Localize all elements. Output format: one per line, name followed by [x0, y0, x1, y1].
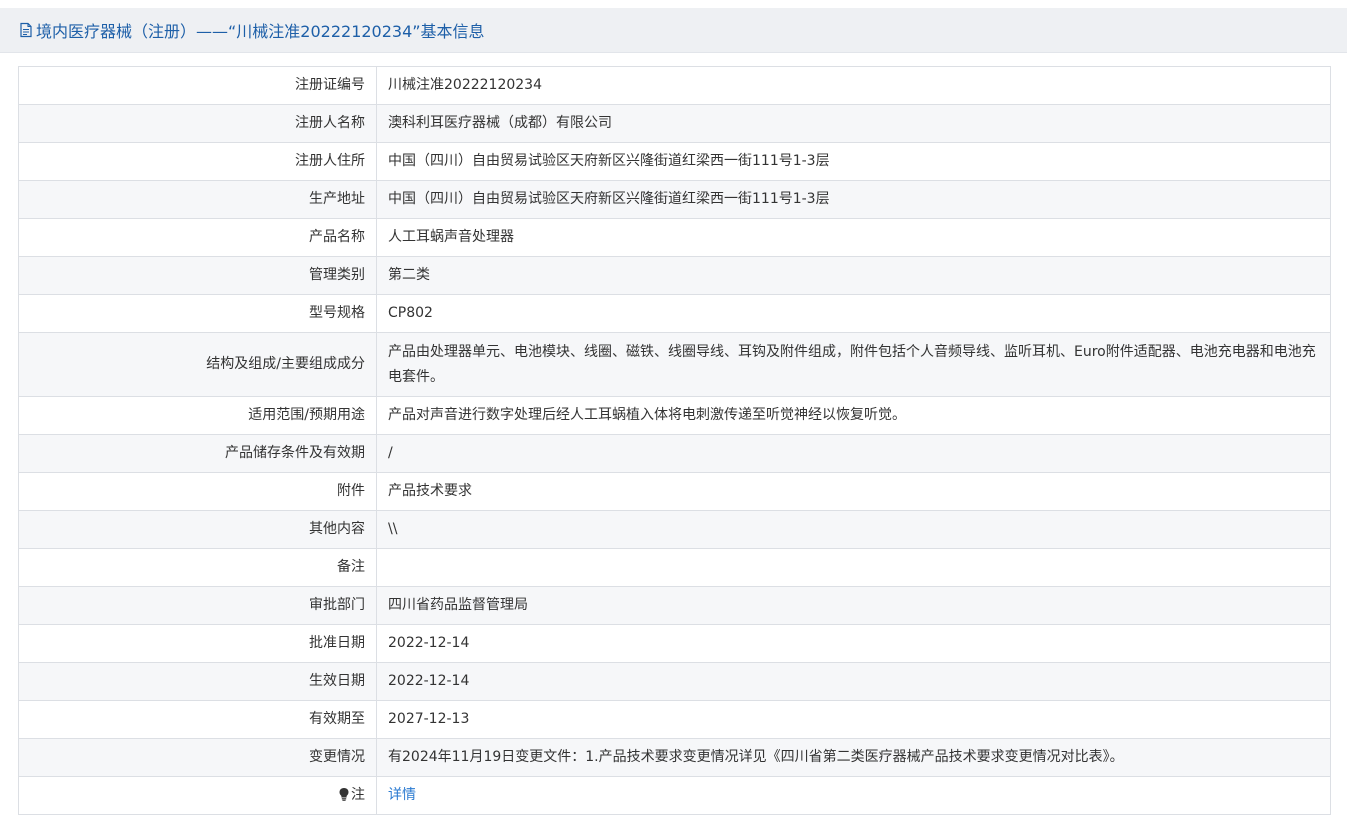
field-label: 适用范围/预期用途 — [18, 396, 377, 435]
table-row: 有效期至 2027-12-13 — [18, 700, 1331, 739]
table-row: 审批部门 四川省药品监督管理局 — [18, 586, 1331, 625]
page-title: 境内医疗器械（注册）——“川械注准20222120234”基本信息 — [36, 22, 485, 41]
field-value: 2022-12-14 — [376, 662, 1331, 701]
table-row: 其他内容 \\ — [18, 510, 1331, 549]
field-value: 有2024年11月19日变更文件：1.产品技术要求变更情况详见《四川省第二类医疗… — [376, 738, 1331, 777]
info-table-container: 注册证编号 川械注准20222120234 注册人名称 澳科利耳医疗器械（成都）有限公… — [18, 66, 1331, 815]
field-value: 四川省药品监督管理局 — [376, 586, 1331, 625]
field-label: 备注 — [18, 548, 377, 587]
field-value: CP802 — [376, 294, 1331, 333]
table-row: 生产地址 中国（四川）自由贸易试验区天府新区兴隆街道红梁西一街111号1-3层 — [18, 180, 1331, 219]
field-value: 产品对声音进行数字处理后经人工耳蜗植入体将电刺激传递至听觉神经以恢复听觉。 — [376, 396, 1331, 435]
field-label: 产品储存条件及有效期 — [18, 434, 377, 473]
table-row: 批准日期 2022-12-14 — [18, 624, 1331, 663]
table-row: 型号规格 CP802 — [18, 294, 1331, 333]
table-row: 注册人名称 澳科利耳医疗器械（成都）有限公司 — [18, 104, 1331, 143]
field-label: 附件 — [18, 472, 377, 511]
table-row: 生效日期 2022-12-14 — [18, 662, 1331, 701]
document-icon — [19, 22, 33, 38]
field-label: 批准日期 — [18, 624, 377, 663]
field-label: 注册证编号 — [18, 66, 377, 105]
field-label: 有效期至 — [18, 700, 377, 739]
field-label: 生产地址 — [18, 180, 377, 219]
info-table: 注册证编号 川械注准20222120234 注册人名称 澳科利耳医疗器械（成都）有限公… — [18, 66, 1331, 815]
note-label-cell: 注 — [18, 776, 377, 815]
table-row: 结构及组成/主要组成成分 产品由处理器单元、电池模块、线圈、磁铁、线圈导线、耳钩及… — [18, 332, 1331, 397]
field-value: 中国（四川）自由贸易试验区天府新区兴隆街道红梁西一街111号1-3层 — [376, 180, 1331, 219]
field-value: 2022-12-14 — [376, 624, 1331, 663]
field-value: 第二类 — [376, 256, 1331, 295]
field-value: 人工耳蜗声音处理器 — [376, 218, 1331, 257]
table-row: 管理类别 第二类 — [18, 256, 1331, 295]
field-value — [376, 548, 1331, 587]
field-label: 结构及组成/主要组成成分 — [18, 332, 377, 397]
field-value: / — [376, 434, 1331, 473]
lightbulb-icon — [338, 785, 350, 801]
details-link[interactable]: 详情 — [388, 787, 416, 803]
field-label: 管理类别 — [18, 256, 377, 295]
table-row: 适用范围/预期用途 产品对声音进行数字处理后经人工耳蜗植入体将电刺激传递至听觉神经… — [18, 396, 1331, 435]
note-row: 注 详情 — [18, 776, 1331, 815]
field-label: 型号规格 — [18, 294, 377, 333]
field-value: 2027-12-13 — [376, 700, 1331, 739]
field-value: 川械注准20222120234 — [376, 66, 1331, 105]
field-value: 产品由处理器单元、电池模块、线圈、磁铁、线圈导线、耳钩及附件组成，附件包括个人音… — [376, 332, 1331, 397]
table-row: 备注 — [18, 548, 1331, 587]
field-label: 生效日期 — [18, 662, 377, 701]
note-value-cell: 详情 — [376, 776, 1331, 815]
field-label: 注册人名称 — [18, 104, 377, 143]
field-label: 其他内容 — [18, 510, 377, 549]
table-row: 注册人住所 中国（四川）自由贸易试验区天府新区兴隆街道红梁西一街111号1-3层 — [18, 142, 1331, 181]
field-value: 澳科利耳医疗器械（成都）有限公司 — [376, 104, 1331, 143]
table-row: 产品名称 人工耳蜗声音处理器 — [18, 218, 1331, 257]
note-label: 注 — [351, 787, 365, 803]
table-row: 注册证编号 川械注准20222120234 — [18, 66, 1331, 105]
field-value: 产品技术要求 — [376, 472, 1331, 511]
table-row: 产品储存条件及有效期 / — [18, 434, 1331, 473]
page-header: 境内医疗器械（注册）——“川械注准20222120234”基本信息 — [0, 8, 1347, 53]
field-label: 变更情况 — [18, 738, 377, 777]
table-row: 变更情况 有2024年11月19日变更文件：1.产品技术要求变更情况详见《四川省第… — [18, 738, 1331, 777]
top-strip — [0, 0, 1347, 8]
field-label: 注册人住所 — [18, 142, 377, 181]
table-row: 附件 产品技术要求 — [18, 472, 1331, 511]
field-value: 中国（四川）自由贸易试验区天府新区兴隆街道红梁西一街111号1-3层 — [376, 142, 1331, 181]
field-label: 审批部门 — [18, 586, 377, 625]
field-value: \\ — [376, 510, 1331, 549]
field-label: 产品名称 — [18, 218, 377, 257]
